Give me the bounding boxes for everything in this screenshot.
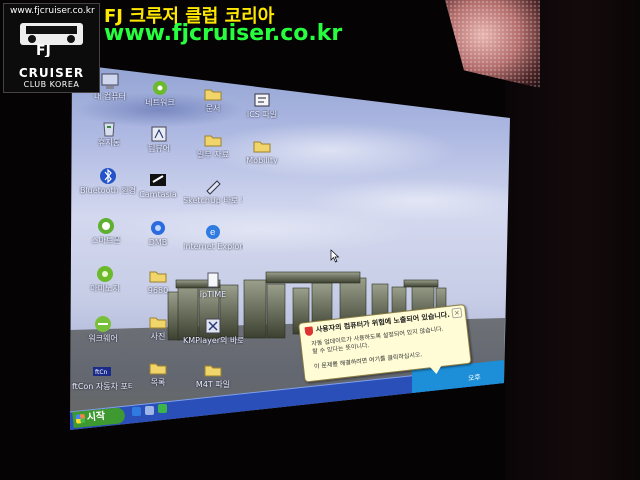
folder-icon (149, 317, 167, 329)
icon-label: 사진 (150, 332, 166, 341)
desktop-icon[interactable]: 9680 (128, 266, 188, 295)
program-icon (97, 266, 113, 282)
desktop-icon[interactable]: 사진 (128, 312, 188, 341)
desktop-icon[interactable]: Camtasia (128, 170, 188, 199)
desktop-icon[interactable]: M4T 파일 (183, 360, 243, 389)
fj-cruiser-truck-icon: FJ (20, 23, 83, 57)
desktop-icon[interactable]: ICS 파일 (232, 90, 292, 119)
icon-label: 네트워크 (145, 98, 175, 107)
windows-logo-icon (75, 413, 86, 424)
folder-icon (204, 89, 222, 101)
network-icon (153, 81, 167, 95)
desktop-icon[interactable]: ipTIME (183, 270, 243, 299)
folder-icon (204, 135, 222, 147)
camtasia-icon (150, 174, 166, 186)
desktop-icon[interactable]: SketchUp 바로 가기 (183, 176, 243, 205)
icon-label: 9680 (147, 286, 169, 295)
folder-icon (204, 365, 222, 377)
icon-label: 팀뷰어 (147, 144, 171, 153)
program-icon (254, 93, 270, 107)
watermark-url: www.fjcruiser.co.kr (104, 21, 343, 46)
logo-cruiser-text: CRUISER (18, 66, 85, 80)
icon-label: ICS 파일 (246, 110, 278, 119)
start-label: 시작 (86, 410, 106, 424)
icon-label: SketchUp 바로 가기 (183, 196, 243, 205)
balloon-pointer (429, 365, 443, 375)
icon-label: 워크웨어 (88, 334, 118, 343)
dmb-icon (151, 221, 165, 235)
icon-label: DMB (148, 238, 168, 247)
security-shield-icon (304, 326, 314, 337)
icon-label: KMPlayer의 바로 가기 (183, 336, 243, 345)
desktop-icon[interactable]: Mobility (232, 136, 292, 165)
icon-label: Mobility (246, 156, 278, 165)
quicklaunch-ie-icon[interactable] (132, 407, 141, 416)
icon-label: ftCon 자동차 포터 (72, 382, 132, 391)
logo-club-text: CLUB KOREA (23, 80, 80, 89)
mouse-cursor-icon (330, 249, 340, 263)
desktop-icon[interactable]: 목록 (128, 358, 188, 387)
quicklaunch-desktop-icon[interactable] (145, 406, 154, 415)
desktop-icon[interactable]: 네트워크 (130, 78, 190, 107)
icon-label: Camtasia (139, 190, 177, 199)
desktop-icon[interactable]: 스마트폰 (76, 216, 136, 245)
icon-label: 목록 (150, 378, 166, 387)
desktop-icon[interactable]: 팀뷰어 (129, 124, 189, 153)
svg-text:ftCn: ftCn (95, 369, 108, 376)
folder-icon (149, 363, 167, 375)
desktop-icon[interactable]: e Internet Explorer (183, 222, 243, 251)
svg-text:e: e (210, 228, 215, 238)
document-icon (207, 272, 219, 288)
fj-cruiser-club-logo: www.fjcruiser.co.kr FJ CRUISER CLUB KORE… (3, 3, 100, 93)
smartphone-icon (98, 218, 114, 234)
desktop-icon[interactable]: KMPlayer의 바로 가기 (183, 316, 243, 345)
tray-clock[interactable]: 오후 (468, 372, 482, 383)
ftcon-icon: ftCn (93, 367, 111, 376)
desktop-icon[interactable]: ftCn ftCon 자동차 포터 (72, 362, 132, 391)
icon-label: M4T 파일 (195, 380, 231, 389)
quicklaunch-media-icon[interactable] (158, 404, 167, 413)
sketchup-icon (206, 180, 221, 195)
teamviewer-icon (151, 126, 167, 142)
folder-icon (253, 141, 271, 153)
icon-label: 스마트폰 (91, 236, 121, 245)
recycle-bin-icon (103, 122, 115, 137)
kmplayer-icon (205, 318, 221, 334)
ie-icon: e (206, 225, 220, 239)
balloon-close-button[interactable]: × (451, 307, 463, 319)
logo-url-text: www.fjcruiser.co.kr (10, 6, 95, 16)
icon-label: Internet Explorer (183, 242, 243, 251)
bluetooth-icon (100, 168, 116, 184)
icon-label: ipTIME (199, 290, 227, 299)
desktop-icon[interactable]: DMB (128, 218, 188, 247)
desktop-icon[interactable]: 워크웨어 (73, 314, 133, 343)
folder-icon (149, 271, 167, 283)
desktop-icon[interactable]: 아미노지 (75, 264, 135, 293)
workware-icon (95, 316, 111, 332)
svg-text:FJ: FJ (36, 43, 51, 57)
icon-label: 아미노지 (90, 284, 120, 293)
computer-icon (101, 73, 119, 89)
